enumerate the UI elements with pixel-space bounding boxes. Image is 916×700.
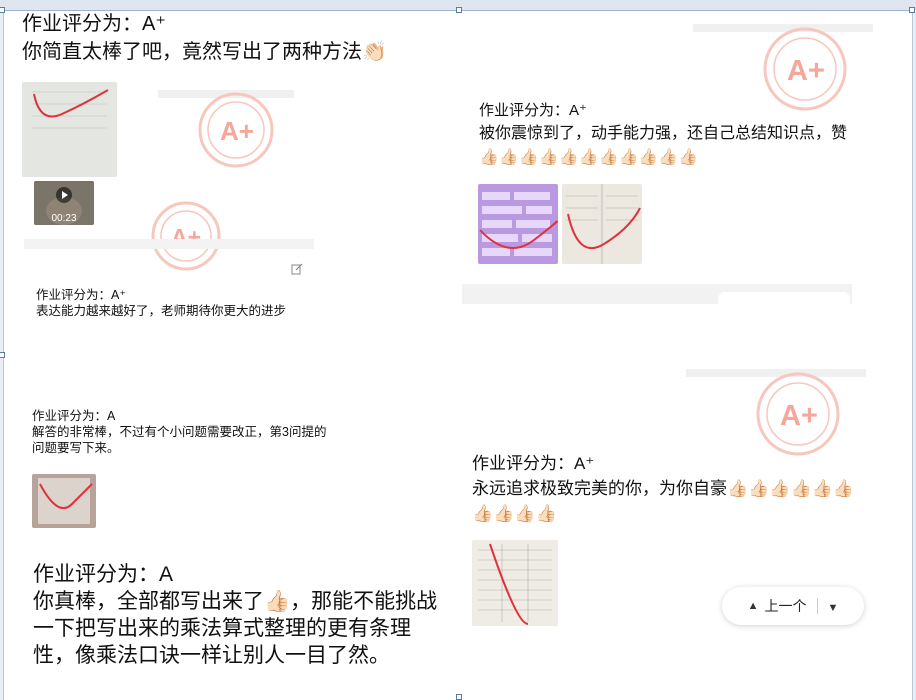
comment-text: 表达能力越来越好了，老师期待你更大的进步 xyxy=(36,304,287,318)
comment-card: 作业评分为：A 解答的非常棒，不过有个小问题需要改正，第3问提的问题要写下来。 xyxy=(32,408,332,464)
grade-stamp: A+ xyxy=(158,90,294,175)
comment-card: 作业评分为：A 你真棒，全部都写出来了👍🏻，那能不能挑战一下把写出来的乘法算式整… xyxy=(33,558,448,670)
homework-photo xyxy=(562,184,642,264)
comment-text: 永远追求极致完美的你，为你自豪👍🏻👍🏻👍🏻👍🏻👍🏻👍🏻👍🏻👍🏻👍🏻👍🏻 xyxy=(472,479,855,523)
comment-text: 被你震惊到了，动手能力强，还自己总结知识点，赞👍🏻👍🏻👍🏻👍🏻👍🏻👍🏻👍🏻👍🏻👍… xyxy=(479,125,848,166)
next-button[interactable]: ▼ xyxy=(828,598,839,614)
previous-button[interactable]: ▲ 上一个 xyxy=(748,596,807,616)
grade-label: 作业评分为：A⁺ xyxy=(22,13,166,35)
grade-label: 作业评分为：A xyxy=(33,563,174,586)
stamp-text: A+ xyxy=(220,116,254,146)
grade-label: 作业评分为：A⁺ xyxy=(36,288,126,302)
comment-text: 你简直太棒了吧，竟然写出了两种方法👏🏻 xyxy=(22,41,387,63)
triangle-down-icon: ▼ xyxy=(827,602,839,614)
comment-card: 作业评分为：A⁺ 表达能力越来越好了，老师期待你更大的进步 xyxy=(36,287,336,323)
resize-handle[interactable] xyxy=(456,694,462,700)
divider xyxy=(24,239,314,249)
panel-tab xyxy=(718,292,850,306)
homework-thumbnail[interactable] xyxy=(478,184,558,264)
resize-handle[interactable] xyxy=(456,7,462,13)
comment-card: 作业评分为：A⁺ 你简直太棒了吧，竟然写出了两种方法👏🏻 xyxy=(22,10,442,70)
homework-photo xyxy=(472,540,558,626)
grade-label: 作业评分为：A⁺ xyxy=(479,102,587,119)
window-right-frame xyxy=(912,10,916,700)
homework-photo xyxy=(32,474,96,528)
grade-label: 作业评分为：A⁺ xyxy=(472,454,595,473)
video-thumbnail[interactable]: 00:23 xyxy=(34,181,94,225)
edit-icon[interactable] xyxy=(291,262,303,275)
comment-text: 你真棒，全部都写出来了👍🏻，那能不能挑战一下把写出来的乘法算式整理的更有条理性，… xyxy=(33,590,438,667)
homework-thumbnail[interactable] xyxy=(32,474,96,528)
comment-card: 作业评分为：A⁺ 被你震惊到了，动手能力强，还自己总结知识点，赞👍🏻👍🏻👍🏻👍🏻… xyxy=(479,100,859,170)
stamp-text: A+ xyxy=(787,55,825,87)
homework-photo xyxy=(478,184,558,264)
homework-thumbnail[interactable] xyxy=(562,184,642,264)
comment-text: 解答的非常棒，不过有个小问题需要改正，第3问提的问题要写下来。 xyxy=(32,425,327,455)
triangle-up-icon: ▲ xyxy=(747,600,759,612)
navigation-pill: ▲ 上一个 ▼ xyxy=(722,587,864,625)
divider xyxy=(816,598,818,614)
grade-label: 作业评分为：A xyxy=(32,409,116,423)
stamp-text: A+ xyxy=(780,400,818,432)
play-icon[interactable] xyxy=(56,187,72,203)
video-duration: 00:23 xyxy=(51,213,77,224)
homework-thumbnail[interactable] xyxy=(472,540,558,626)
homework-thumbnail[interactable] xyxy=(22,82,117,177)
previous-label: 上一个 xyxy=(764,598,807,614)
comment-card: 作业评分为：A⁺ 永远追求极致完美的你，为你自豪👍🏻👍🏻👍🏻👍🏻👍🏻👍🏻👍🏻👍🏻… xyxy=(472,452,872,528)
resize-handle[interactable] xyxy=(0,352,5,358)
homework-photo xyxy=(22,82,117,177)
grade-stamp: A+ xyxy=(686,369,866,464)
resize-handle[interactable] xyxy=(0,7,5,13)
resize-handle[interactable] xyxy=(909,7,915,13)
